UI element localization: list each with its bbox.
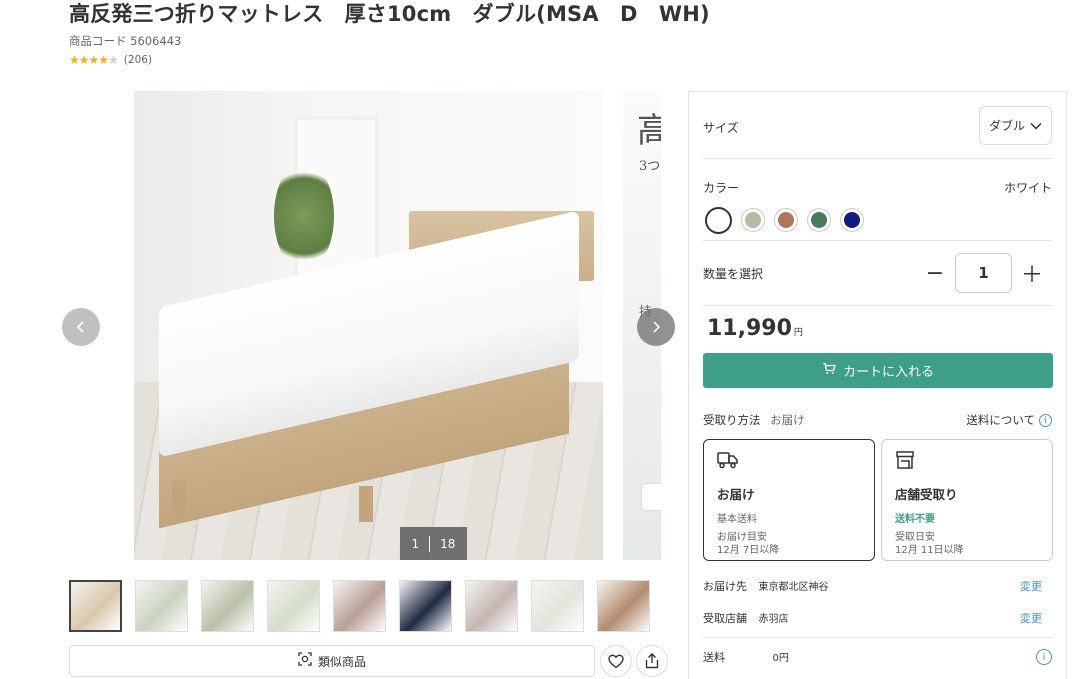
receive-method-row: 受取り方法 お届け 送料について i [703, 412, 1052, 428]
rating-stars: ★★★★★ [69, 53, 119, 67]
quantity-stepper: − 1 ＋ [915, 253, 1052, 293]
main-product-photo[interactable]: 1 18 [134, 91, 603, 560]
thumbnail-image [598, 581, 649, 631]
image-search-icon [298, 652, 312, 670]
store-change-link[interactable]: 変更 [1020, 610, 1042, 626]
info-icon: i [1039, 414, 1052, 427]
thumbnail-image [334, 581, 385, 631]
receive-method-value: お届け [770, 413, 805, 427]
delivery-date-label: お届け目安 [717, 532, 767, 543]
similar-products-label: 類似商品 [317, 654, 366, 669]
thumbnail-2[interactable] [135, 580, 188, 632]
quantity-minus-button[interactable]: − [915, 253, 955, 293]
store-icon [895, 450, 1039, 476]
thumbnail-7[interactable] [465, 580, 518, 632]
thumbnail-image [400, 581, 451, 631]
delivery-fee: 基本送料 [717, 514, 757, 525]
price-unit: 円 [793, 328, 803, 338]
next-photo-subtitle: 3つ [639, 159, 661, 174]
store-pickup-option-card[interactable]: 店舗受取り 送料不要 受取日安 12月 11日以降 [881, 439, 1053, 561]
address-label: お届け先 [703, 580, 747, 593]
thumbnail-4[interactable] [267, 580, 320, 632]
price-value: 11,990 [707, 316, 792, 341]
similar-products-button[interactable]: 類似商品 [69, 645, 595, 677]
thumbnail-image [532, 581, 583, 631]
address-row: お届け先 東京都北区神谷 変更 [703, 578, 1052, 594]
chevron-right-icon [653, 321, 661, 333]
shipping-label: 送料 [703, 651, 725, 664]
thumbnail-image [202, 581, 253, 631]
heart-icon [608, 654, 624, 668]
quantity-input[interactable]: 1 [955, 253, 1012, 293]
cart-icon [822, 362, 836, 379]
quantity-plus-button[interactable]: ＋ [1012, 253, 1052, 293]
store-pickup-fee: 送料不要 [895, 514, 935, 525]
shipping-value: 0円 [772, 653, 789, 664]
truck-icon [717, 450, 861, 476]
image-counter: 1 18 [400, 527, 467, 560]
delivery-title: お届け [717, 487, 755, 502]
color-swatches [705, 206, 864, 234]
delivery-date: 12月 7日以降 [717, 545, 780, 556]
store-pickup-title: 店舗受取り [895, 487, 958, 502]
size-select-value: ダブル [988, 119, 1025, 133]
store-label: 受取店舗 [703, 612, 747, 625]
next-photo-title: 高 [637, 111, 661, 151]
shipping-row: 送料 0円 i [703, 649, 1052, 665]
address-value: 東京都北区神谷 [758, 582, 829, 593]
favorite-button[interactable] [600, 645, 632, 677]
thumbnail-strip [69, 580, 650, 632]
chevron-down-icon [1030, 122, 1042, 130]
image-current: 1 [411, 536, 420, 551]
share-icon [645, 653, 659, 669]
share-button[interactable] [636, 645, 668, 677]
image-gallery[interactable]: 1 18 高 3つ 持 [69, 91, 661, 561]
store-pickup-date-label: 受取日安 [895, 532, 935, 543]
star-half-icon: ★ [108, 53, 119, 67]
shipping-info-icon[interactable]: i [1036, 649, 1052, 665]
star-full-icons: ★★★★ [69, 53, 109, 67]
store-value: 赤羽店 [758, 614, 789, 625]
product-code: 商品コード 5606443 [69, 33, 181, 49]
product-code-label: 商品コード [69, 34, 127, 48]
thumbnail-8[interactable] [531, 580, 584, 632]
thumbnail-image [466, 581, 517, 631]
thumbnail-image [71, 582, 120, 630]
thumbnail-image [268, 581, 319, 631]
store-row: 受取店舗 赤羽店 変更 [703, 610, 1052, 626]
product-title: 高反発三つ折りマットレス 厚さ10cm ダブル(MSA D WH) [69, 2, 710, 26]
color-swatch-5[interactable] [840, 208, 864, 232]
size-select[interactable]: ダブル [979, 106, 1052, 145]
color-swatch-1[interactable] [705, 206, 732, 234]
delivery-option-card[interactable]: お届け 基本送料 お届け目安 12月 7日以降 [703, 439, 875, 561]
thumbnail-6[interactable] [399, 580, 452, 632]
gallery-prev-button[interactable] [62, 308, 100, 346]
thumbnail-image [136, 581, 187, 631]
rating[interactable]: ★★★★★ (206) [69, 53, 152, 67]
store-pickup-date: 12月 11日以降 [895, 545, 964, 556]
shipping-info-link[interactable]: 送料について i [966, 412, 1052, 428]
color-swatch-3[interactable] [774, 208, 798, 232]
address-change-link[interactable]: 変更 [1020, 578, 1042, 594]
thumbnail-9[interactable] [597, 580, 650, 632]
gallery-next-button[interactable] [637, 308, 675, 346]
thumbnail-5[interactable] [333, 580, 386, 632]
shipping-info-label: 送料について [966, 413, 1035, 427]
add-to-cart-label: カートに入れる [842, 365, 934, 380]
color-swatch-4[interactable] [807, 208, 831, 232]
color-row: カラー ホワイト [703, 179, 1052, 196]
image-total: 18 [440, 536, 456, 551]
price: 11,990 円 [707, 316, 803, 341]
thumbnail-1[interactable] [69, 580, 122, 632]
thumbnail-3[interactable] [201, 580, 254, 632]
color-selected-value: ホワイト [1003, 181, 1052, 195]
product-code-value: 5606443 [130, 34, 182, 48]
add-to-cart-button[interactable]: カートに入れる [703, 353, 1053, 388]
color-label: カラー [703, 181, 740, 195]
color-swatch-2[interactable] [741, 208, 765, 232]
receive-method-label: 受取り方法 [703, 413, 761, 427]
chevron-left-icon [76, 321, 84, 333]
purchase-panel: サイズ ダブル カラー ホワイト 数量を選択 − 1 ＋ 11,990 円 カート… [688, 91, 1067, 679]
review-count[interactable]: (206) [124, 54, 152, 66]
